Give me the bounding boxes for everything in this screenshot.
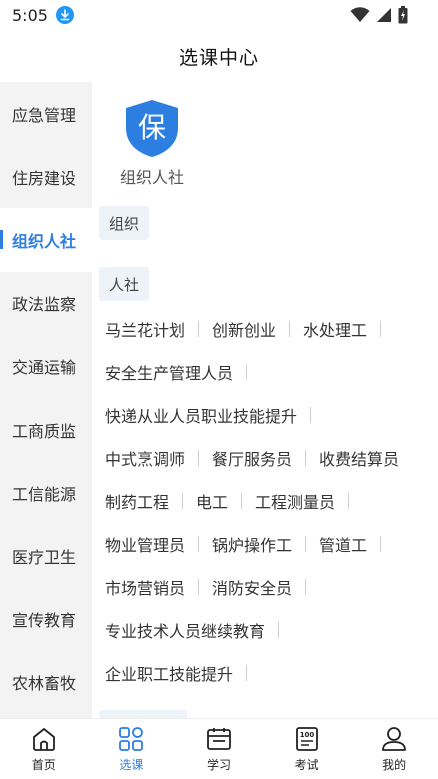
course-row: 安全生产管理人员 (105, 360, 260, 384)
sidebar-item-legal[interactable]: 政法监察 (0, 272, 92, 335)
course-item[interactable]: 制药工程 (105, 489, 169, 513)
divider (305, 536, 307, 552)
category-sidebar: 应急管理 住房建设 组织人社 政法监察 交通运输 工商质监 工信能源 医疗卫生 … (0, 82, 92, 718)
nav-exam[interactable]: 100 考试 (263, 719, 351, 779)
divider (380, 536, 382, 552)
exam-icon: 100 (294, 726, 320, 752)
divider (305, 579, 307, 595)
org-name: 组织人社 (119, 168, 184, 187)
signal-icon (376, 7, 392, 27)
course-item[interactable]: 电工 (196, 489, 228, 513)
course-item[interactable]: 市场营销员 (105, 575, 185, 599)
course-panel: 保 组织人社 组织 人社 马兰花计划 创新创业 水处理工 安全生产管理人员 快递… (92, 82, 438, 718)
section-tag-next[interactable] (99, 710, 187, 718)
divider (198, 321, 200, 337)
bottom-nav: 首页 选课 学习 100 考试 我的 (0, 718, 438, 779)
nav-study[interactable]: 学习 (175, 719, 263, 779)
course-row: 中式烹调师 餐厅服务员 收费结算员 (105, 446, 399, 470)
course-item[interactable]: 收费结算员 (319, 446, 399, 470)
sidebar-item-education[interactable]: 宣传教育 (0, 588, 92, 651)
sidebar-item-organization[interactable]: 组织人社 (0, 208, 92, 272)
sidebar-item-transport[interactable]: 交通运输 (0, 335, 92, 398)
course-row: 物业管理员 锅炉操作工 管道工 (105, 532, 394, 556)
nav-courses-label: 选课 (119, 757, 144, 772)
nav-courses[interactable]: 选课 (88, 719, 176, 779)
nav-study-label: 学习 (206, 757, 231, 772)
course-item[interactable]: 管道工 (319, 532, 367, 556)
nav-profile-label: 我的 (382, 757, 407, 772)
course-item[interactable]: 安全生产管理人员 (105, 360, 233, 384)
status-icons (350, 6, 408, 28)
header: 选课中心 (0, 30, 438, 82)
section-tag-organization[interactable]: 组织 (99, 206, 150, 240)
divider (241, 493, 243, 509)
divider (246, 665, 248, 681)
divider (198, 536, 200, 552)
divider (198, 450, 200, 466)
course-item[interactable]: 锅炉操作工 (212, 532, 292, 556)
svg-text:100: 100 (299, 731, 314, 739)
course-item[interactable]: 物业管理员 (105, 532, 185, 556)
course-item[interactable]: 专业技术人员继续教育 (105, 618, 265, 642)
course-item[interactable]: 马兰花计划 (105, 317, 185, 341)
page-title: 选课中心 (178, 46, 259, 69)
calendar-icon (206, 726, 232, 752)
home-icon (31, 726, 57, 752)
sidebar-item-medical[interactable]: 医疗卫生 (0, 524, 92, 587)
nav-profile[interactable]: 我的 (350, 719, 438, 779)
nav-home-label: 首页 (31, 757, 56, 772)
divider (278, 622, 280, 638)
user-icon (381, 726, 407, 752)
section-tag-hr[interactable]: 人社 (99, 267, 150, 301)
sidebar-item-industry[interactable]: 工信能源 (0, 461, 92, 524)
divider (305, 450, 307, 466)
divider (380, 321, 382, 337)
status-time: 5:05 (12, 5, 48, 25)
course-item[interactable]: 消防安全员 (212, 575, 292, 599)
course-item[interactable]: 餐厅服务员 (212, 446, 292, 470)
course-item[interactable]: 水处理工 (303, 317, 367, 341)
course-row: 快递从业人员职业技能提升 (105, 403, 324, 427)
course-row: 专业技术人员继续教育 (105, 618, 292, 642)
course-item[interactable]: 快递从业人员职业技能提升 (105, 403, 297, 427)
wifi-icon (350, 7, 370, 27)
course-item[interactable]: 中式烹调师 (105, 446, 185, 470)
sidebar-item-agriculture[interactable]: 农林畜牧 (0, 651, 92, 714)
course-row: 企业职工技能提升 (105, 661, 260, 685)
divider (348, 493, 350, 509)
nav-home[interactable]: 首页 (0, 719, 88, 779)
status-bar: 5:05 (0, 0, 438, 30)
battery-icon (398, 6, 408, 28)
divider (310, 407, 312, 423)
nav-exam-label: 考试 (294, 757, 319, 772)
course-item[interactable]: 创新创业 (212, 317, 276, 341)
sidebar-item-commerce[interactable]: 工商质监 (0, 398, 92, 461)
course-item[interactable]: 工程测量员 (255, 489, 335, 513)
divider (198, 579, 200, 595)
divider (182, 493, 184, 509)
course-row: 市场营销员 消防安全员 (105, 575, 319, 599)
course-row: 制药工程 电工 工程测量员 (105, 489, 362, 513)
download-icon (55, 6, 74, 24)
sidebar-item-housing[interactable]: 住房建设 (0, 145, 92, 208)
org-badge-char: 保 (138, 111, 166, 144)
org-card[interactable]: 保 组织人社 (112, 98, 192, 188)
divider (246, 364, 248, 380)
grid-icon (118, 726, 144, 752)
sidebar-item-emergency[interactable]: 应急管理 (0, 82, 92, 145)
shield-icon: 保 (123, 98, 181, 158)
course-item[interactable]: 企业职工技能提升 (105, 661, 233, 685)
divider (289, 321, 291, 337)
course-row: 马兰花计划 创新创业 水处理工 (105, 317, 394, 341)
